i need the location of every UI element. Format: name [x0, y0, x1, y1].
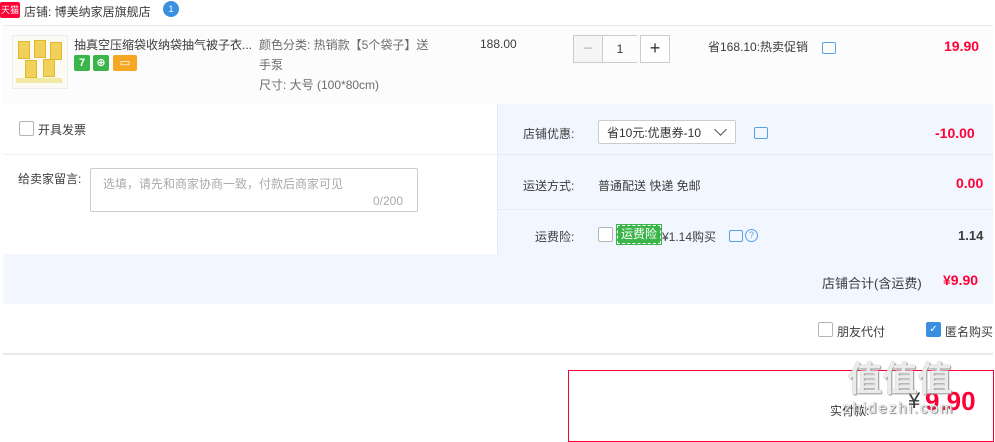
- unit-price: 188.00: [480, 37, 517, 51]
- anonymous-label: 匿名购买: [945, 325, 994, 339]
- insurance-info-icon[interactable]: [729, 230, 743, 242]
- invoice-label: 开具发票: [38, 123, 87, 137]
- tmall-badge: 天猫: [0, 2, 20, 18]
- thumb-caption-strip: [16, 78, 62, 83]
- thumb-bag-1: [18, 41, 30, 59]
- thumb-bag-2: [34, 40, 46, 58]
- insurance-label: 运费险:: [535, 230, 575, 244]
- product-thumbnail[interactable]: [12, 35, 68, 89]
- coupon-discount-value: -10.00: [935, 125, 975, 141]
- row-divider-2: [498, 209, 993, 210]
- shipping-label: 运送方式:: [523, 179, 575, 193]
- insurance-price: ¥1.14购买: [662, 230, 717, 244]
- item-subtotal: 19.90: [944, 38, 980, 54]
- message-label: 给卖家留言:: [18, 172, 82, 186]
- shipping-fee-value: 0.00: [956, 175, 984, 191]
- insurance-value: 1.14: [958, 228, 984, 243]
- sku-color: 颜色分类: 热销款【5个袋子】送: [259, 38, 429, 52]
- message-char-count: 0/200: [373, 194, 404, 208]
- guarantee-icon[interactable]: ⊕: [93, 55, 109, 71]
- friend-pay-checkbox[interactable]: [818, 322, 833, 337]
- card-payment-icon[interactable]: ▭: [113, 55, 137, 71]
- thumb-bag-5: [43, 59, 55, 77]
- message-placeholder: 选填，请先和商家协商一致，付款后商家可见: [103, 177, 344, 191]
- anonymous-checkbox[interactable]: ✓: [926, 322, 941, 337]
- thumb-bag-4: [25, 60, 37, 78]
- sku-size: 尺寸: 大号 (100*80cm): [259, 78, 380, 92]
- sku-color-line2: 手泵: [259, 58, 284, 72]
- insurance-checkbox[interactable]: [598, 227, 613, 242]
- section-divider: [497, 104, 498, 254]
- insurance-tag: 运费险: [615, 224, 663, 245]
- quantity-increase-button[interactable]: +: [640, 35, 670, 63]
- watermark-logo: 值值值: [848, 361, 953, 399]
- left-divider: [3, 154, 497, 155]
- shipping-method: 普通配送 快递 免邮: [598, 179, 701, 193]
- quantity-input[interactable]: 1: [603, 35, 637, 63]
- invoice-checkbox[interactable]: [19, 121, 34, 136]
- coupon-label: 店铺优惠:: [523, 127, 575, 141]
- shop-subtotal-label: 店铺合计(含运费): [822, 276, 922, 291]
- quantity-decrease-button[interactable]: −: [573, 35, 603, 63]
- promotion-text: 省168.10:热卖促销: [708, 40, 809, 54]
- help-icon[interactable]: ?: [745, 229, 758, 242]
- coupon-select[interactable]: 省10元:优惠券-10: [598, 120, 736, 144]
- row-divider-1: [498, 154, 993, 155]
- coupon-info-icon[interactable]: [754, 127, 768, 139]
- seven-day-return-icon[interactable]: 7: [74, 55, 90, 71]
- watermark-site: zhidezhi.com: [843, 400, 955, 417]
- promo-info-icon[interactable]: [822, 42, 836, 54]
- product-title-link[interactable]: 抽真空压缩袋收纳袋抽气被子衣...: [74, 36, 254, 53]
- thumb-bag-3: [50, 42, 62, 60]
- shop-subtotal-value: ¥9.90: [943, 272, 979, 288]
- options-divider: [3, 353, 993, 355]
- shop-name-link[interactable]: 店铺: 博美纳家居旗舰店: [24, 3, 151, 20]
- wangwang-chat-icon[interactable]: 1: [163, 1, 179, 17]
- friend-pay-label: 朋友代付: [837, 325, 886, 339]
